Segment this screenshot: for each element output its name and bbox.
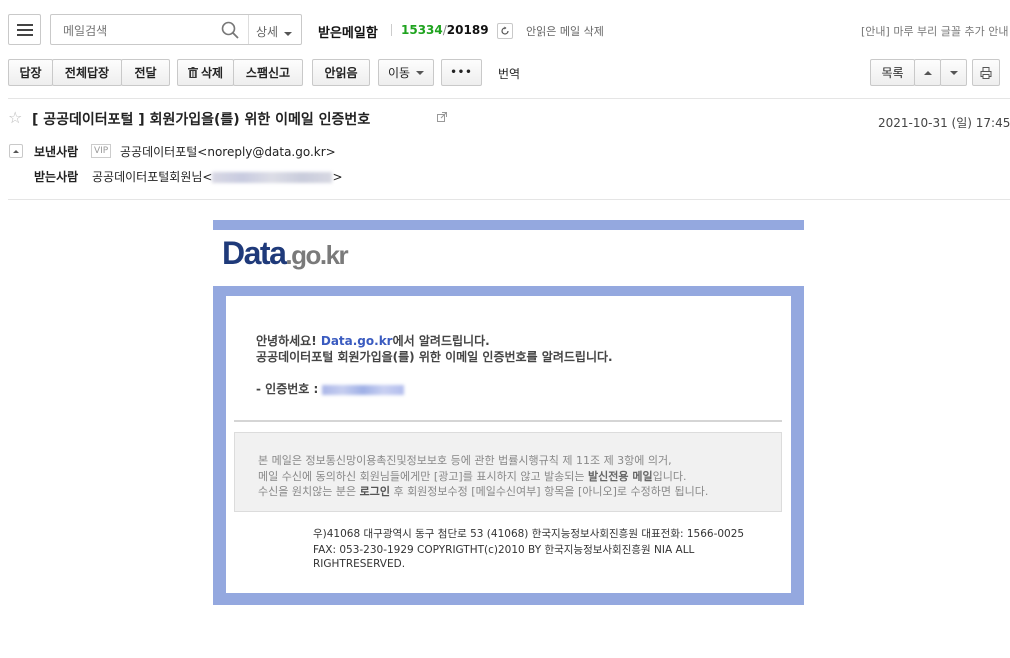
refresh-icon (501, 26, 509, 35)
logo-data: Data (222, 235, 287, 271)
translate-button[interactable]: 번역 (498, 65, 520, 82)
greeting-suffix: 에서 알려드립니다. (392, 334, 490, 348)
chevron-up-icon (923, 70, 932, 75)
search-icon[interactable] (221, 21, 239, 39)
search-detail-label: 상세 (256, 25, 279, 39)
folder-title[interactable]: 받은메일함 (318, 22, 378, 41)
delete-label: 삭제 (200, 66, 224, 80)
notice-line-3c: 후 회원정보수정 [메일수신여부] 항목을 [아니오]로 수정하면 됩니다. (389, 485, 709, 498)
login-link[interactable]: 로그인 (360, 485, 390, 498)
chevron-down-icon (284, 32, 293, 36)
recipient-close: > (332, 170, 343, 184)
footer-address: 우)41068 대구광역시 동구 첨단로 53 (41068) 한국지능정보사회… (313, 528, 745, 540)
hamburger-icon (16, 21, 33, 39)
header-divider (8, 199, 1010, 200)
menu-button[interactable] (8, 14, 41, 45)
recipient-label: 받는사람 (34, 170, 79, 184)
refresh-button[interactable] (497, 23, 513, 39)
toolbar-divider (8, 98, 1010, 99)
sender[interactable]: 공공데이터포털<noreply@data.go.kr> (120, 143, 336, 160)
mark-unread-button[interactable]: 안읽음 (312, 59, 370, 86)
more-button[interactable]: ••• (441, 59, 482, 86)
legal-notice-box: 본 메일은 정보통신망이용촉진및정보보호 등에 관한 법률시행규칙 제 11조 … (234, 432, 782, 512)
star-icon[interactable]: ☆ (8, 108, 22, 127)
divider (391, 24, 392, 36)
chevron-up-icon (13, 149, 19, 153)
print-button[interactable] (972, 59, 1000, 86)
notice-line-3: 수신을 원치않는 분은 로그인 후 회원정보수정 [메일수신여부] 항목을 [아… (258, 483, 708, 499)
notice-line-2a: 메일 수신에 동의하신 회원님들에게만 [광고]를 표시하지 않고 발송되는 (258, 470, 589, 483)
notice-line-2b: 발신전용 메일 (588, 470, 653, 483)
footer-contact: FAX: 053-230-1929 COPYRIGTHT(c)2010 BY 한… (313, 544, 695, 556)
move-label: 이동 (387, 66, 411, 80)
trash-icon (187, 67, 198, 78)
reply-button[interactable]: 답장 (8, 59, 53, 86)
external-link-icon[interactable] (437, 112, 447, 122)
redacted-email (212, 172, 333, 183)
vip-badge: VIP (91, 144, 112, 158)
greeting-prefix: 안녕하세요! (256, 334, 321, 348)
mail-date: 2021-10-31 (일) 17:45 (878, 116, 1010, 130)
site-link[interactable]: Data.go.kr (321, 334, 393, 348)
search-box: 상세 (50, 14, 302, 45)
next-mail-button[interactable] (940, 59, 967, 86)
recipient-name: 공공데이터포털회원님< (92, 170, 213, 184)
reply-all-button[interactable]: 전체답장 (52, 59, 122, 86)
info-line: 공공데이터포털 회원가입을(를) 위한 이메일 인증번호를 알려드립니다. (256, 350, 613, 364)
notice-line-2c: 입니다. (652, 470, 687, 483)
mail-count: 15334/20189 (401, 23, 489, 37)
spam-button[interactable]: 스팸신고 (233, 59, 303, 86)
delete-button[interactable]: 삭제 (177, 59, 234, 86)
footer-rights: RIGHTRESERVED. (313, 558, 406, 570)
delete-unread-link[interactable]: 안읽은 메일 삭제 (526, 23, 604, 39)
prev-mail-button[interactable] (914, 59, 941, 86)
sender-email: <noreply@data.go.kr> (197, 145, 336, 159)
list-button[interactable]: 목록 (870, 59, 915, 86)
collapse-header-button[interactable] (9, 144, 23, 158)
notice-line-1: 본 메일은 정보통신망이용촉진및정보보호 등에 관한 법률시행규칙 제 11조 … (258, 454, 672, 467)
logo-gokr: .go.kr (285, 240, 348, 270)
forward-button[interactable]: 전달 (121, 59, 170, 86)
greeting-line: 안녕하세요! Data.go.kr에서 알려드립니다. (256, 332, 490, 349)
recipient[interactable]: 공공데이터포털회원님< > (92, 168, 343, 185)
unread-count[interactable]: 15334 (401, 23, 443, 37)
print-icon (980, 66, 992, 79)
search-input[interactable] (61, 21, 225, 41)
notice-line-2: 메일 수신에 동의하신 회원님들에게만 [광고]를 표시하지 않고 발송되는 발… (258, 468, 686, 484)
frame-top-bar (213, 220, 804, 230)
auth-code-label: - 인증번호 : (256, 382, 323, 396)
move-dropdown[interactable]: 이동 (378, 59, 434, 86)
data-go-kr-logo: Data.go.kr (222, 235, 349, 272)
total-count: 20189 (446, 23, 489, 37)
notice-line-3a: 수신을 원치않는 분은 (258, 485, 360, 498)
search-detail-dropdown[interactable]: 상세 (256, 23, 293, 40)
auth-code-line: - 인증번호 : (256, 380, 405, 397)
redacted-auth-code (322, 384, 405, 395)
chevron-down-icon (416, 70, 425, 75)
mail-subject: [ 공공데이터포털 ] 회원가입을(를) 위한 이메일 인증번호 (32, 112, 371, 128)
body-divider (234, 420, 782, 422)
notice-link[interactable]: [안내] 마루 부리 글꼴 추가 안내 (861, 23, 1009, 39)
chevron-down-icon (949, 70, 958, 75)
sender-label: 보낸사람 (34, 145, 79, 159)
sender-name: 공공데이터포털 (120, 145, 198, 159)
